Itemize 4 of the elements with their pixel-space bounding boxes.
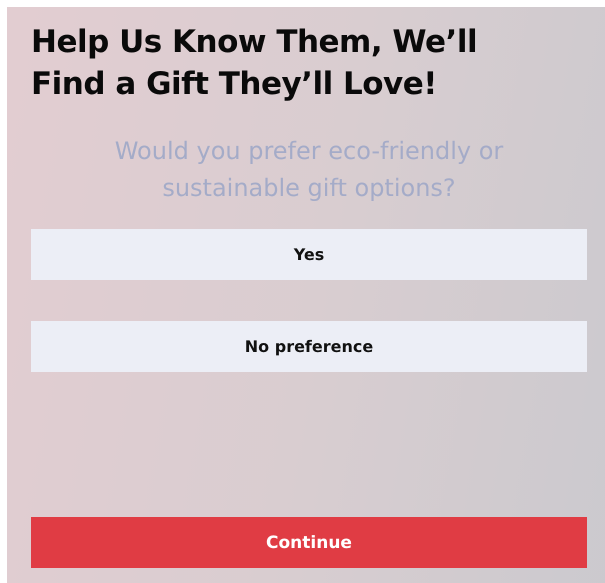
- option-button[interactable]: No preference: [31, 321, 587, 372]
- option-button[interactable]: Yes: [31, 229, 587, 280]
- page-title: Help Us Know Them, We’ll Find a Gift They’ll Love!: [31, 23, 478, 104]
- continue-button[interactable]: Continue: [31, 517, 587, 568]
